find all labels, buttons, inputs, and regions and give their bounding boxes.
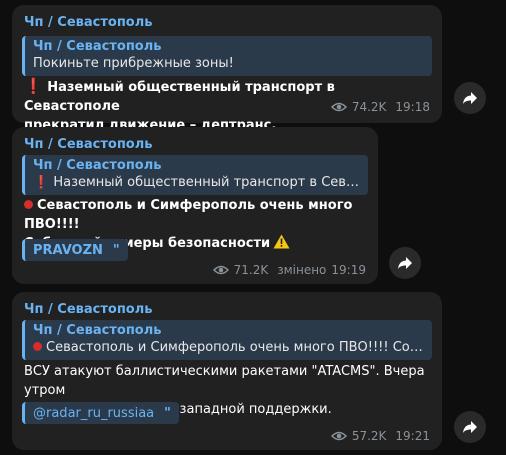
message-bubble[interactable]: Чп / Севастополь Чп / Севастополь Севаст…	[12, 292, 442, 450]
forward-arrow-icon	[463, 421, 477, 433]
source-tag-label: PRAVOZN	[33, 242, 103, 258]
source-tag[interactable]: @radar_ru_russiaa "	[22, 402, 179, 424]
message-sender[interactable]: Чп / Севастополь	[24, 302, 152, 317]
view-count: 57.2K	[351, 429, 387, 443]
forward-button[interactable]	[454, 411, 486, 443]
message-time: 19:18	[395, 100, 430, 114]
reply-quote[interactable]: Чп / Севастополь Севастополь и Симферопо…	[22, 320, 432, 360]
reply-quote[interactable]: Чп / Севастополь ❗ Наземный общественный…	[22, 155, 368, 195]
reply-quote[interactable]: Чп / Севастополь Покиньте прибрежные зон…	[22, 36, 432, 76]
message-sender[interactable]: Чп / Севастополь	[24, 15, 152, 30]
warning-icon	[273, 234, 290, 249]
eye-icon	[330, 431, 347, 441]
reply-text: ❗ Наземный общественный транспорт в Сева…	[33, 175, 360, 190]
reply-sender: Чп / Севастополь	[33, 39, 162, 54]
message-text-line: Севастополь и Симферополь очень много ПВ…	[24, 198, 353, 232]
source-tag-label: @radar_ru_russiaa	[33, 405, 155, 421]
forward-button[interactable]	[454, 82, 486, 114]
exclamation-icon: ❗	[24, 77, 43, 95]
exclamation-icon: ❗	[33, 175, 50, 190]
reply-sender: Чп / Севастополь	[33, 158, 162, 173]
message-meta: 74.2K 19:18	[330, 100, 430, 114]
message-meta: 57.2K 19:21	[330, 429, 430, 443]
reply-text: Севастополь и Симферополь очень много ПВ…	[33, 340, 424, 355]
view-count: 74.2K	[351, 100, 387, 114]
message-sender[interactable]: Чп / Севастополь	[24, 137, 152, 152]
red-circle-icon	[24, 200, 33, 209]
message-time: 19:19	[331, 263, 366, 277]
quote-icon: "	[164, 405, 171, 421]
quote-icon: "	[112, 242, 120, 258]
forward-arrow-icon	[463, 92, 477, 104]
forward-button[interactable]	[389, 247, 421, 279]
forward-arrow-icon	[398, 257, 412, 269]
message-bubble[interactable]: Чп / Севастополь Чп / Севастополь Покинь…	[12, 5, 442, 133]
source-tag[interactable]: PRAVOZN "	[22, 239, 128, 261]
reply-sender: Чп / Севастополь	[33, 323, 162, 338]
message-bubble[interactable]: Чп / Севастополь Чп / Севастополь ❗ Назе…	[12, 127, 378, 284]
message-time: 19:21	[395, 429, 430, 443]
eye-icon	[212, 265, 229, 275]
message-text-line: ВСУ атакуют баллистическими ракетами "AT…	[24, 364, 425, 398]
edited-label: змінено	[277, 263, 327, 277]
view-count: 71.2K	[233, 263, 269, 277]
eye-icon	[330, 102, 347, 112]
reply-text: Покиньте прибрежные зоны!	[33, 56, 234, 71]
message-meta: 71.2K змінено 19:19	[212, 263, 366, 277]
message-text-line: Наземный общественный транспорт в Севаст…	[24, 80, 335, 114]
red-circle-icon	[33, 342, 42, 351]
